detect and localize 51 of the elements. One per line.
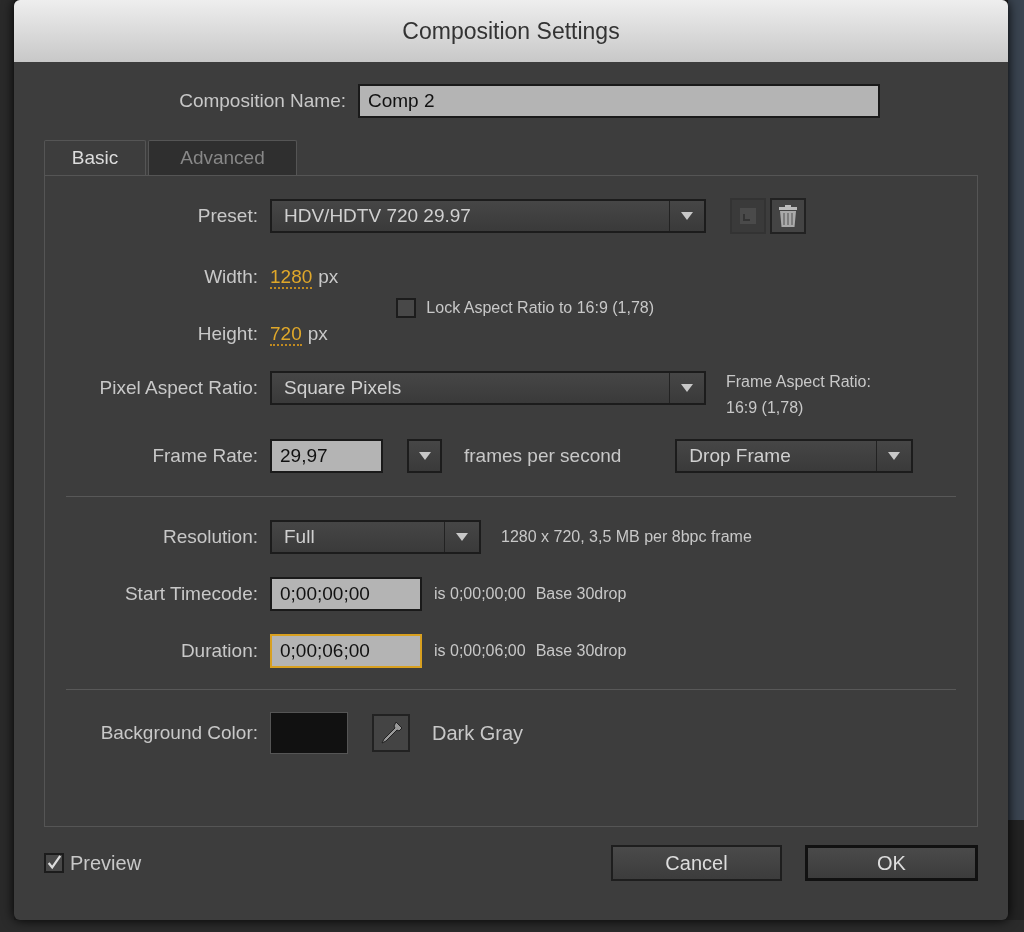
field-label: Background Color: <box>99 722 258 744</box>
timebase-info: Base 30drop <box>535 642 627 660</box>
field-label: Resolution: <box>161 526 258 548</box>
timecode-info: is 0;00;06;00 <box>434 642 526 660</box>
trash-icon <box>778 204 798 228</box>
timecode-field[interactable]: 0;00;06;00 <box>270 634 422 668</box>
tab[interactable]: Basic <box>44 140 146 175</box>
drop-frame-dropdown[interactable]: Drop Frame <box>675 439 914 473</box>
field-label: Start Timecode: <box>123 583 258 605</box>
eyedropper-button[interactable] <box>372 714 410 752</box>
preset-dropdown[interactable]: HDV/HDTV 720 29.97 <box>270 199 706 233</box>
width-value[interactable]: 1280 <box>270 266 313 289</box>
pixel-aspect-dropdown[interactable]: Square Pixels <box>270 371 706 405</box>
timebase-info: Base 30drop <box>535 585 627 603</box>
height-value[interactable]: 720 <box>270 323 302 346</box>
unit-label: px <box>318 266 339 287</box>
frame-rate-dropdown[interactable] <box>407 439 442 473</box>
ok-button[interactable]: OK <box>805 845 978 881</box>
window-title: Composition Settings <box>14 0 1008 62</box>
field-label: Height: <box>196 323 258 345</box>
field-label: Width: <box>203 266 258 288</box>
caret-icon <box>680 383 694 393</box>
timecode-field[interactable]: 0;00;00;00 <box>270 577 422 611</box>
composition-name-field[interactable]: Comp 2 <box>358 84 880 118</box>
unit-label: px <box>307 323 328 344</box>
color-swatch[interactable] <box>270 712 348 754</box>
frame-rate-field[interactable]: 29,97 <box>270 439 383 473</box>
caret-icon <box>887 451 902 461</box>
eyedropper-icon <box>378 720 404 746</box>
caret-icon <box>417 451 432 461</box>
field-label: Duration: <box>179 640 258 662</box>
info-value: 16:9 (1,78) <box>726 399 805 417</box>
caret-icon <box>680 211 694 221</box>
field-label: Frame Rate: <box>151 445 258 467</box>
preview-checkbox[interactable] <box>44 853 64 873</box>
tab[interactable]: Advanced <box>148 140 297 175</box>
checkbox-label: Lock Aspect Ratio to 16:9 (1,78) <box>426 298 655 317</box>
unit-label: frames per second <box>464 445 622 467</box>
cancel-button[interactable]: Cancel <box>611 845 782 881</box>
checkbox-label: Preview <box>70 851 142 875</box>
resolution-info: 1280 x 720, 3,5 MB per 8bpc frame <box>501 528 752 546</box>
field-label: Composition Name: <box>178 90 346 112</box>
delete-preset-button[interactable] <box>770 198 806 234</box>
field-label: Pixel Aspect Ratio: <box>98 377 258 399</box>
color-name: Dark Gray <box>432 721 524 745</box>
info-label: Frame Aspect Ratio: <box>726 373 871 391</box>
caret-icon <box>455 532 469 542</box>
timecode-info: is 0;00;00;00 <box>434 585 526 603</box>
resolution-dropdown[interactable]: Full <box>270 520 481 554</box>
lock-aspect-checkbox[interactable] <box>396 297 417 318</box>
field-label: Preset: <box>196 205 258 227</box>
